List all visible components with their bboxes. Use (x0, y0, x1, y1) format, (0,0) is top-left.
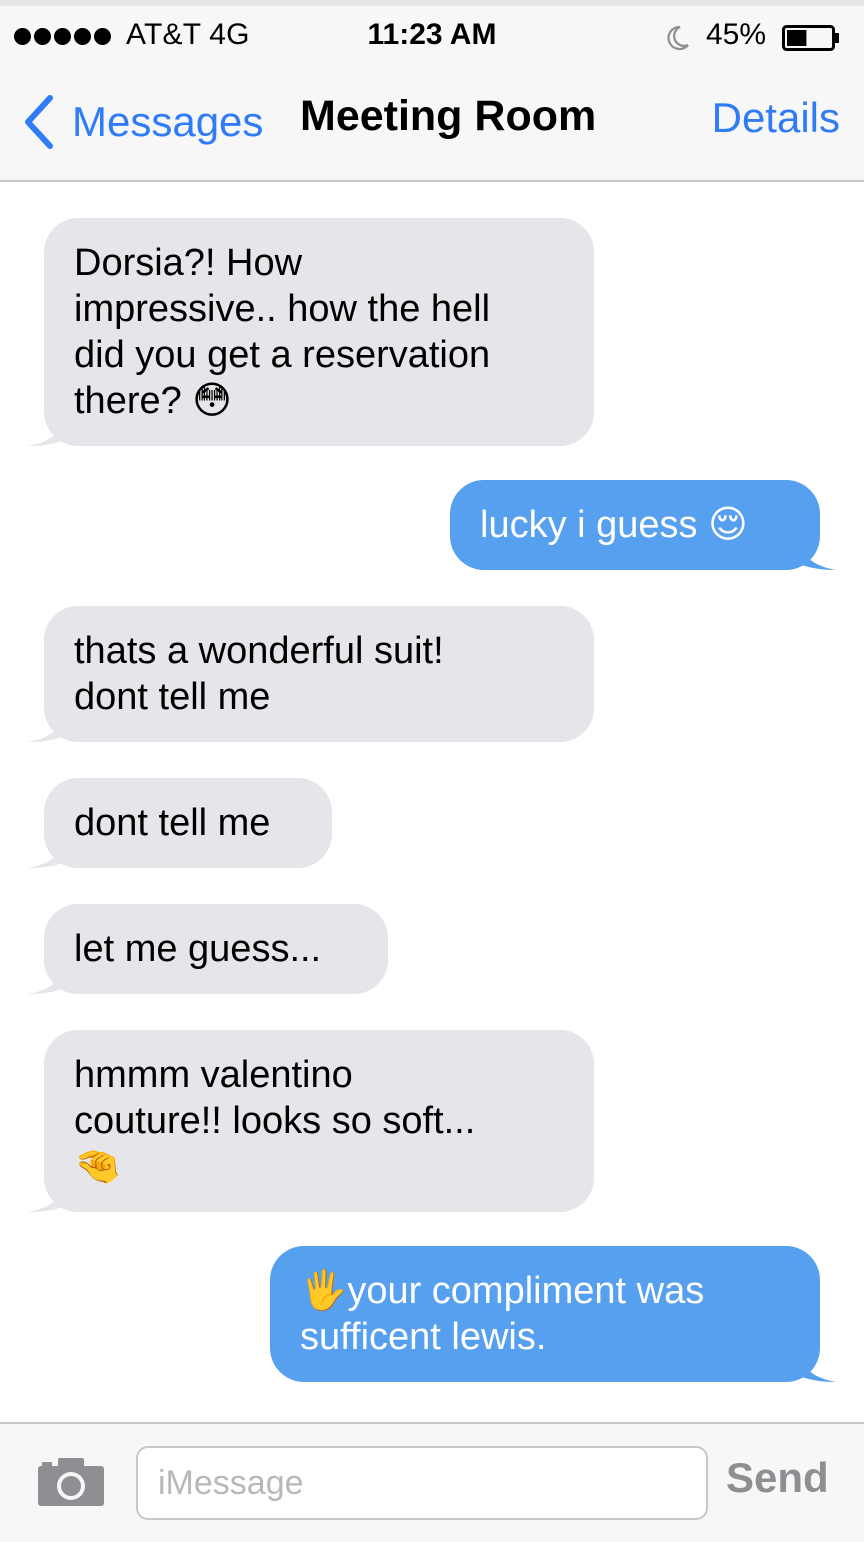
message-bubble-incoming[interactable]: hmmm valentino couture!! looks so soft..… (28, 1030, 594, 1212)
message-bubble-incoming[interactable]: let me guess... (28, 904, 388, 994)
message-text: dont tell me (74, 802, 271, 844)
bubble-tail (28, 1178, 68, 1212)
message-text: hmmm valentino couture!! looks so soft..… (74, 1054, 476, 1188)
message-bubble-incoming[interactable]: Dorsia?! How impressive.. how the hell d… (28, 218, 594, 446)
bubble-tail (28, 708, 68, 742)
bubble-tail (28, 412, 68, 446)
back-button[interactable]: Messages (20, 90, 263, 154)
send-button[interactable]: Send (726, 1454, 829, 1502)
bubble-tail (796, 536, 836, 570)
battery-percent: 45% (706, 18, 767, 51)
bubble-tail (28, 960, 68, 994)
message-bubble-outgoing[interactable]: lucky i guess 😌 (450, 480, 836, 570)
message-input[interactable] (136, 1446, 708, 1520)
message-text: lucky i guess 😌 (480, 504, 748, 546)
message-bubble-incoming[interactable]: dont tell me (28, 778, 332, 868)
battery-icon (782, 25, 839, 51)
message-bubble-outgoing[interactable]: 🖐your compliment was sufficent lewis. (270, 1246, 836, 1382)
nav-bar: Messages Meeting Room Details (0, 62, 864, 182)
moon-icon (667, 25, 689, 51)
conversation-title: Meeting Room (300, 92, 597, 140)
message-text: let me guess... (74, 928, 322, 970)
message-text: thats a wonderful suit! dont tell me (74, 630, 444, 718)
message-bubble-incoming[interactable]: thats a wonderful suit! dont tell me (28, 606, 594, 742)
chevron-left-icon (25, 95, 53, 149)
details-button[interactable]: Details (712, 94, 840, 142)
back-button-label: Messages (72, 98, 264, 145)
message-text: 🖐your compliment was sufficent lewis. (300, 1270, 705, 1358)
message-text: Dorsia?! How impressive.. how the hell d… (74, 242, 491, 422)
status-bar: AT&T 4G 11:23 AM 45% (0, 0, 864, 62)
bubble-tail (28, 834, 68, 868)
compose-bar: Send (0, 1422, 864, 1542)
bubble-tail (796, 1348, 836, 1382)
camera-icon[interactable] (36, 1454, 106, 1508)
